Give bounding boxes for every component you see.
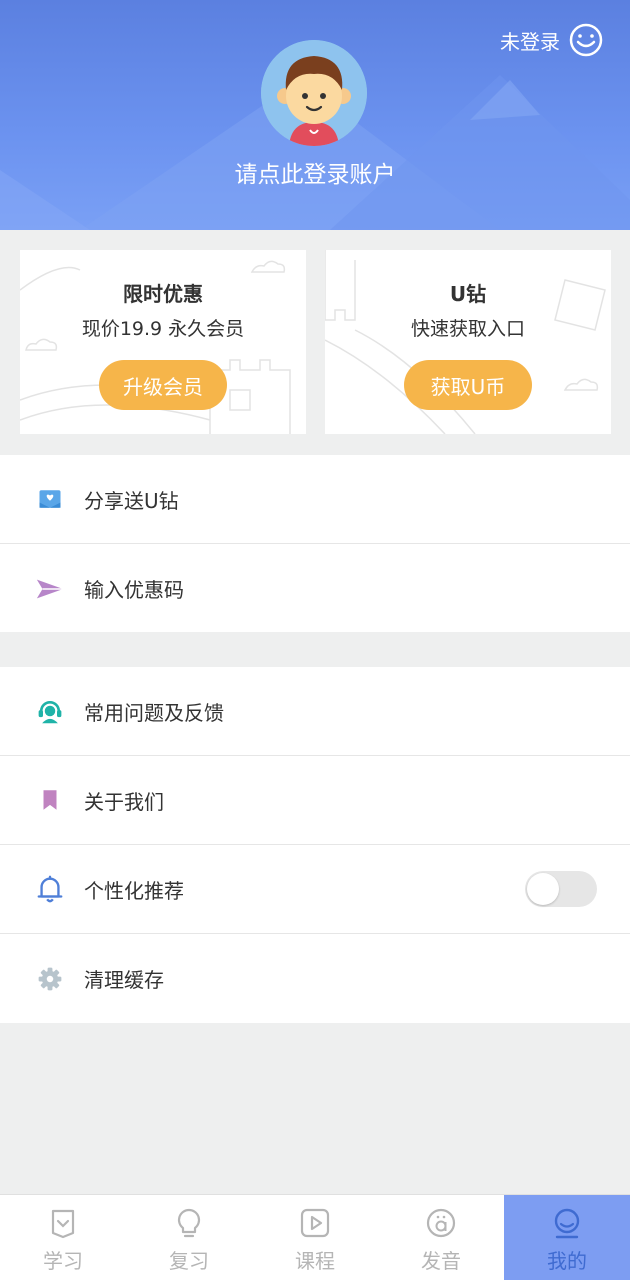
promo-area: 限时优惠 现价19.9 永久会员 升级会员 U钻 快速获取入口 获取U币 xyxy=(0,230,630,454)
toggle-knob xyxy=(527,873,559,905)
profile-icon xyxy=(554,1208,580,1239)
menu-item-label: 输入优惠码 xyxy=(84,578,184,602)
tab-pronunciation[interactable]: 发音 xyxy=(378,1195,504,1280)
menu-item-clear-cache[interactable]: 清理缓存 xyxy=(0,934,630,1023)
promo-card-diamond: U钻 快速获取入口 获取U币 xyxy=(325,250,611,434)
gear-icon xyxy=(34,963,66,995)
play-icon xyxy=(300,1208,330,1238)
promo-title: 限时优惠 xyxy=(123,282,203,306)
login-prompt[interactable]: 请点此登录账户 xyxy=(0,155,630,189)
support-icon xyxy=(34,695,66,727)
menu-item-faq[interactable]: 常用问题及反馈 xyxy=(0,667,630,756)
gift-icon xyxy=(34,483,66,515)
menu-item-label: 个性化推荐 xyxy=(84,878,184,903)
tab-label: 发音 xyxy=(421,1249,461,1273)
tab-label: 我的 xyxy=(547,1249,587,1273)
paper-plane-icon xyxy=(34,573,66,605)
get-coins-button[interactable]: 获取U币 xyxy=(404,360,532,410)
recommend-toggle[interactable] xyxy=(525,871,597,907)
menu-group-rewards: 分享送U钻 输入优惠码 xyxy=(0,455,630,632)
profile-header: 未登录 请点此登录账户 xyxy=(0,0,630,230)
menu-item-label: 关于我们 xyxy=(84,789,164,814)
login-status[interactable]: 未登录 xyxy=(500,22,604,58)
tab-course[interactable]: 课程 xyxy=(252,1195,378,1280)
bell-icon xyxy=(34,873,66,905)
tab-mine[interactable]: 我的 xyxy=(504,1195,630,1280)
menu-item-coupon[interactable]: 输入优惠码 xyxy=(0,544,630,633)
bottom-tab-bar: 学习 复习 课程 发音 我的 xyxy=(0,1194,630,1280)
login-status-label: 未登录 xyxy=(500,29,560,54)
tab-study[interactable]: 学习 xyxy=(0,1195,126,1280)
pronunciation-icon xyxy=(426,1208,456,1238)
book-icon xyxy=(51,1209,75,1239)
bookmark-icon xyxy=(34,784,66,816)
menu-item-label: 常用问题及反馈 xyxy=(84,700,224,725)
tab-label: 课程 xyxy=(295,1249,335,1273)
lightbulb-icon xyxy=(177,1208,201,1238)
tab-review[interactable]: 复习 xyxy=(126,1195,252,1280)
promo-subtitle: 现价19.9 永久会员 xyxy=(81,318,245,340)
avatar[interactable] xyxy=(261,40,367,146)
menu-item-label: 清理缓存 xyxy=(84,968,164,992)
promo-title: U钻 xyxy=(449,282,487,306)
tab-label: 学习 xyxy=(43,1249,83,1273)
menu-item-about[interactable]: 关于我们 xyxy=(0,756,630,845)
tab-label: 复习 xyxy=(169,1249,209,1273)
avatar-icon xyxy=(261,40,367,146)
menu-item-share[interactable]: 分享送U钻 xyxy=(0,455,630,544)
menu-item-recommend: 个性化推荐 xyxy=(0,845,630,934)
menu-item-label: 分享送U钻 xyxy=(84,488,179,513)
menu-group-settings: 常用问题及反馈 关于我们 个性化推荐 清理缓存 xyxy=(0,667,630,1023)
upgrade-vip-button[interactable]: 升级会员 xyxy=(99,360,227,410)
promo-card-vip: 限时优惠 现价19.9 永久会员 升级会员 xyxy=(20,250,306,434)
promo-subtitle: 快速获取入口 xyxy=(410,318,525,340)
smile-icon xyxy=(569,23,603,57)
